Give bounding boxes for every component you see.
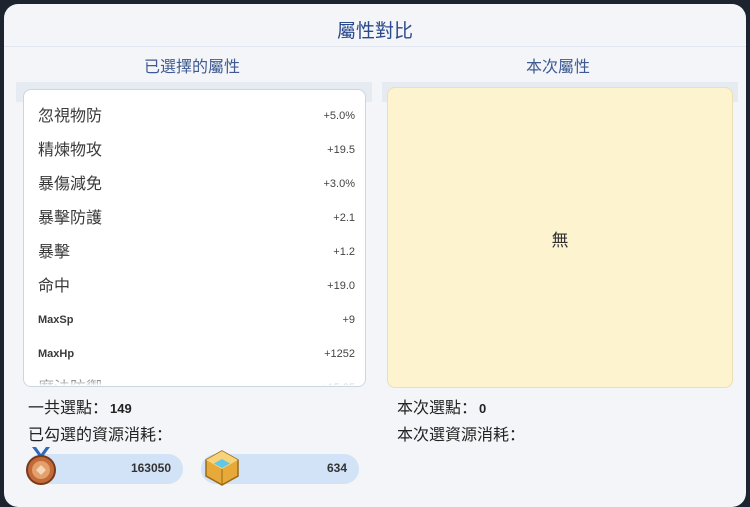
total-points-stat: 一共選點： 149 — [28, 394, 132, 418]
attribute-name: 暴傷減免 — [38, 174, 103, 193]
current-points-stat: 本次選點： 0 — [397, 394, 486, 418]
list-item: 暴擊 +1.2 — [24, 235, 365, 269]
attribute-compare-dialog: 屬性對比 已選擇的屬性 本次屬性 忽視物防 +5.0% 精煉物攻 +19.5 暴… — [4, 4, 746, 507]
list-item: MaxHp +1252 — [24, 337, 365, 371]
resource-amount: 163050 — [130, 461, 171, 475]
attribute-value: +1.2 — [333, 246, 355, 258]
dialog-title: 屬性對比 — [336, 20, 413, 42]
current-points-value: 0 — [479, 401, 487, 416]
attribute-name: 命中 — [38, 276, 71, 295]
total-points-label: 一共選點： — [28, 398, 109, 417]
selected-attributes-list[interactable]: 忽視物防 +5.0% 精煉物攻 +19.5 暴傷減免 +3.0% 暴擊防護 +2… — [23, 89, 366, 387]
list-item: 命中 +19.0 — [24, 269, 365, 303]
attribute-value: +2.1 — [333, 212, 355, 224]
list-item: 忽視物防 +5.0% — [24, 99, 365, 133]
list-fade — [24, 376, 365, 386]
golden-crystal-cube-icon — [205, 450, 239, 486]
attribute-name: MaxSp — [38, 314, 74, 326]
attribute-value: +3.0% — [323, 178, 356, 190]
attribute-name: 暴擊防護 — [38, 208, 103, 227]
total-points-value: 149 — [110, 401, 132, 416]
attribute-value: +9 — [342, 314, 355, 326]
attribute-name: 暴擊 — [38, 242, 71, 261]
list-item: 暴傷減免 +3.0% — [24, 167, 365, 201]
attribute-name: 忽視物防 — [38, 106, 103, 125]
attribute-value: +19.0 — [327, 280, 355, 292]
attribute-value: +19.5 — [327, 144, 355, 156]
empty-text: 無 — [551, 231, 569, 251]
current-points-label: 本次選點： — [397, 398, 478, 417]
selected-cost-label: 已勾選的資源消耗： — [28, 425, 173, 444]
resource-amount: 634 — [326, 461, 347, 475]
title-divider — [4, 46, 746, 47]
attribute-name: MaxHp — [38, 348, 75, 360]
current-attributes-heading: 本次屬性 — [525, 57, 590, 76]
attribute-name: 精煉物攻 — [38, 140, 103, 159]
list-item: 暴擊防護 +2.1 — [24, 201, 365, 235]
bronze-medal-icon — [26, 447, 56, 485]
list-item: 精煉物攻 +19.5 — [24, 133, 365, 167]
current-attributes-panel: 無 — [387, 87, 733, 388]
attribute-value: +5.0% — [323, 110, 356, 122]
list-item: MaxSp +9 — [24, 303, 365, 337]
attribute-value: +1252 — [324, 348, 355, 360]
selected-attributes-heading: 已選擇的屬性 — [143, 57, 240, 76]
current-cost-label: 本次選資源消耗： — [397, 425, 526, 444]
